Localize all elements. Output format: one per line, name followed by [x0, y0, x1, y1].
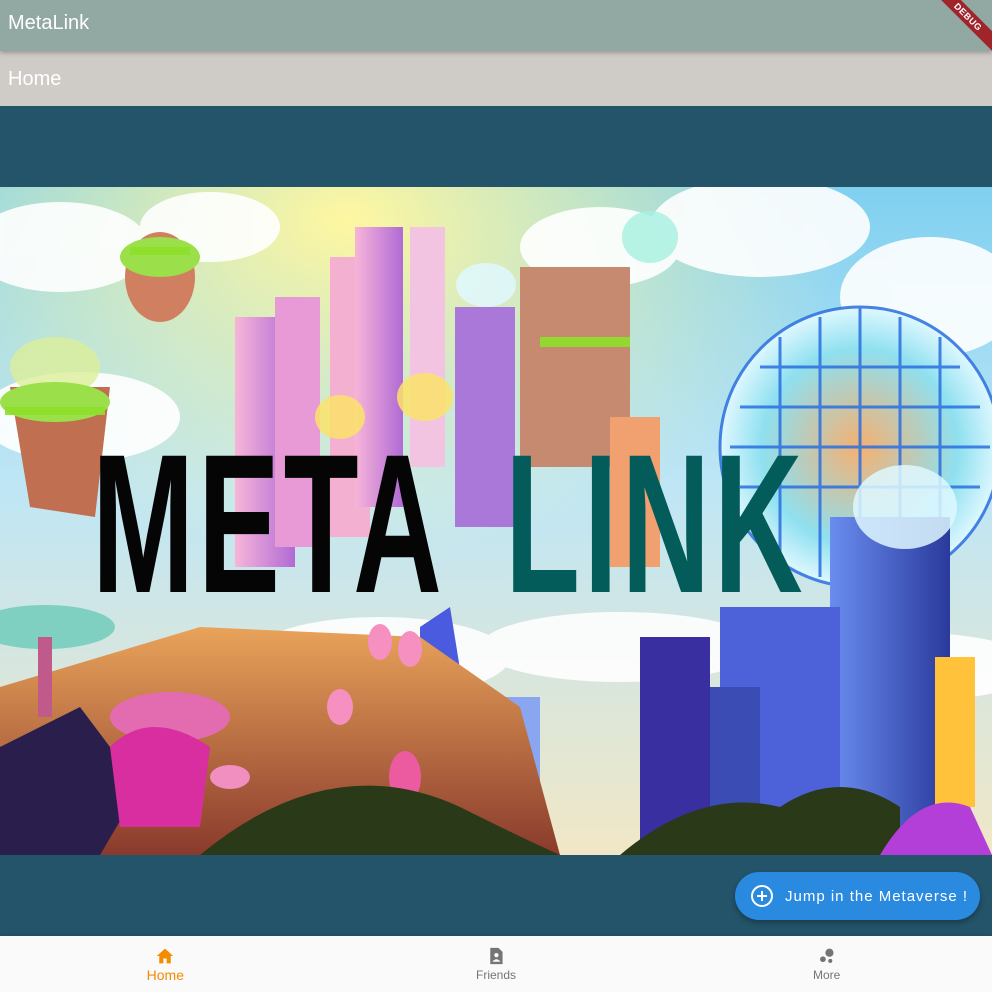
app-bar: MetaLink [0, 0, 992, 51]
contact-page-icon [490, 947, 503, 965]
jump-in-metaverse-button[interactable]: Jump in the Metaverse ! [735, 872, 980, 920]
nav-item-more[interactable]: More [661, 936, 992, 992]
page-header: Home [0, 51, 992, 106]
bottom-navigation: Home Friends More [0, 936, 992, 992]
nav-label-more: More [813, 968, 841, 982]
bubble-chart-icon [819, 948, 834, 963]
nav-label-home: Home [146, 967, 185, 983]
nav-label-friends: Friends [476, 968, 517, 982]
main-content: META LINK Jump in the Metaverse ! [0, 106, 992, 936]
add-circle-icon [751, 885, 773, 907]
app-title: MetaLink [8, 12, 90, 34]
fab-label: Jump in the Metaverse ! [785, 887, 969, 905]
nav-item-friends[interactable]: Friends [331, 936, 662, 992]
hero-banner-image: META LINK [0, 187, 992, 855]
nav-item-home[interactable]: Home [0, 936, 331, 992]
home-icon [157, 948, 174, 964]
page-title: Home [8, 68, 62, 90]
fantasy-city-illustration [0, 187, 992, 855]
